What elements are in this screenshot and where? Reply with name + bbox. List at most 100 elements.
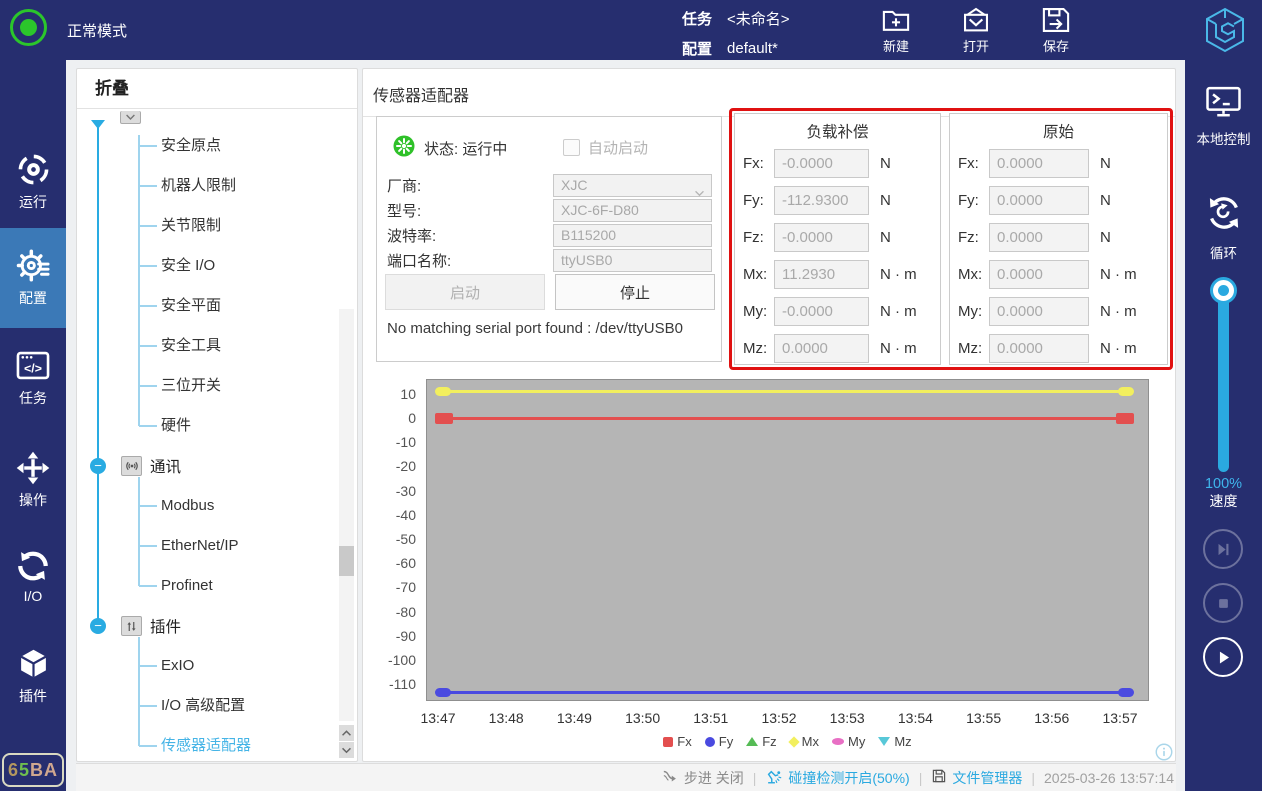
plugin-icon <box>17 647 50 681</box>
loop-button[interactable]: 循环 <box>1185 194 1262 262</box>
tree-item[interactable]: EtherNet/IP <box>161 534 239 558</box>
stop-button[interactable]: 停止 <box>555 274 715 310</box>
step-forward-button[interactable] <box>1203 529 1243 569</box>
y-tick-label: -10 <box>372 434 416 450</box>
legend-marker <box>878 737 890 746</box>
legend-Mz[interactable]: Mz <box>878 734 911 749</box>
field-vendor[interactable]: XJC <box>553 174 712 197</box>
field-baudrate[interactable]: B115200 <box>553 224 712 247</box>
field-port[interactable]: ttyUSB0 <box>553 249 712 272</box>
axis-unit: N · m <box>880 340 917 357</box>
tree-item[interactable]: Profinet <box>161 574 213 598</box>
y-tick-label: 10 <box>372 386 416 402</box>
collision-detection-toggle[interactable]: 碰撞检测开启(50%) <box>765 767 909 788</box>
start-button[interactable]: 启动 <box>385 274 545 310</box>
chart: 100-10-20-30-40-50-60-70-80-90-100-110 1… <box>376 379 1152 755</box>
tree-item[interactable]: 安全 I/O <box>161 254 215 278</box>
speed-readout: 100% 速度 <box>1185 476 1262 510</box>
x-tick-label: 13:56 <box>1034 710 1069 726</box>
sidebar-item-plugin[interactable]: 插件 <box>0 640 66 712</box>
axis-value-input[interactable]: 0.0000 <box>989 186 1089 215</box>
task-icon: </> <box>16 349 50 383</box>
tree-item[interactable]: 传感器适配器 <box>161 734 251 758</box>
stop-playback-button[interactable] <box>1203 583 1243 623</box>
sidebar-item-label: 插件 <box>19 686 47 706</box>
open-icon <box>961 6 991 34</box>
info-icon[interactable] <box>1155 743 1173 761</box>
save-label: 保存 <box>1043 36 1069 55</box>
tree-scrollbar-track[interactable] <box>339 309 354 721</box>
save-button[interactable]: 保存 <box>1026 4 1086 56</box>
new-button[interactable]: 新建 <box>866 4 926 56</box>
legend-Fy[interactable]: Fy <box>705 734 733 749</box>
task-value: <未命名> <box>727 8 790 29</box>
collapse-all-button[interactable]: 折叠 <box>77 69 357 109</box>
axis-value-input[interactable]: 0.0000 <box>989 334 1089 363</box>
tree-collapse-toggle[interactable]: − <box>90 458 106 474</box>
sidebar-item-run[interactable]: 运行 <box>0 146 66 218</box>
tree-item[interactable]: Modbus <box>161 494 214 518</box>
axis-value-input[interactable]: 0.0000 <box>989 223 1089 252</box>
axis-value-input[interactable]: 0.0000 <box>989 149 1089 178</box>
step-mode-toggle[interactable]: 步进 关闭 <box>662 768 744 788</box>
scroll-up-button[interactable] <box>339 725 354 741</box>
autostart-checkbox[interactable] <box>563 139 580 156</box>
loop-label: 循环 <box>1210 242 1237 262</box>
legend-Fz[interactable]: Fz <box>746 734 776 749</box>
tree-item[interactable]: 三位开关 <box>161 374 221 398</box>
local-control-button[interactable]: 本地控制 <box>1185 86 1262 148</box>
tree-item[interactable]: 机器人限制 <box>161 174 236 198</box>
y-tick-label: -20 <box>372 458 416 474</box>
sidebar-item-task[interactable]: </>任务 <box>0 342 66 414</box>
step-icon <box>662 769 679 787</box>
tree-connector-line <box>139 185 157 187</box>
speed-slider-track[interactable] <box>1218 291 1229 472</box>
file-manager-button[interactable]: 文件管理器 <box>931 768 1022 788</box>
tree-item[interactable]: ExIO <box>161 654 194 678</box>
legend-Fx[interactable]: Fx <box>663 734 691 749</box>
open-button[interactable]: 打开 <box>946 4 1006 56</box>
tree-item[interactable]: I/O 高级配置 <box>161 694 245 718</box>
field-model[interactable]: XJC-6F-D80 <box>553 199 712 222</box>
y-tick-label: -100 <box>372 652 416 668</box>
local-control-label: 本地控制 <box>1197 128 1251 148</box>
sidebar-item-operate[interactable]: 操作 <box>0 444 66 516</box>
tree-item[interactable]: 安全平面 <box>161 294 221 318</box>
play-button[interactable] <box>1203 637 1243 677</box>
tree-collapse-toggle[interactable]: − <box>90 618 106 634</box>
tree-group-通讯[interactable]: −通讯 <box>77 453 357 479</box>
loop-icon <box>1205 194 1243 237</box>
tree-item[interactable]: 安全原点 <box>161 134 221 158</box>
axis-value-input[interactable]: -0.0000 <box>774 223 869 252</box>
axis-value-input[interactable]: -0.0000 <box>774 297 869 326</box>
axis-value-input[interactable]: -0.0000 <box>774 149 869 178</box>
sidebar-item-io[interactable]: I/O <box>0 540 66 612</box>
sidebar-item-config[interactable]: 配置 <box>0 228 66 328</box>
tree-group-插件[interactable]: −插件 <box>77 613 357 639</box>
axis-unit: N <box>1100 192 1111 209</box>
axis-value-input[interactable]: 0.0000 <box>774 334 869 363</box>
speed-slider-thumb[interactable] <box>1210 277 1237 304</box>
axis-value-input[interactable]: -112.9300 <box>774 186 869 215</box>
tree-item[interactable]: 关节限制 <box>161 214 221 238</box>
tree-item[interactable]: 安全工具 <box>161 334 221 358</box>
load-compensation-panel: 负载补偿 Fx:-0.0000NFy:-112.9300NFz:-0.0000N… <box>734 113 941 365</box>
autostart-checkbox-row[interactable]: 自动启动 <box>563 137 648 158</box>
field-label-baudrate: 波特率: <box>387 225 553 246</box>
tree-connector-line <box>139 225 157 227</box>
axis-value-input[interactable]: 0.0000 <box>989 297 1089 326</box>
y-tick-label: -30 <box>372 483 416 499</box>
legend-Mx[interactable]: Mx <box>790 734 819 749</box>
right-panel: 本地控制 循环 100% 速度 <box>1185 60 1262 791</box>
x-tick-label: 13:52 <box>761 710 796 726</box>
axis-value-input[interactable]: 11.2930 <box>774 260 869 289</box>
scroll-down-button[interactable] <box>339 742 354 758</box>
tree-expand-arrow[interactable] <box>91 120 105 129</box>
tree-scrollbar-thumb[interactable] <box>339 546 354 576</box>
tree-item[interactable]: 硬件 <box>161 414 191 438</box>
collision-label: 碰撞检测开启(50%) <box>788 768 909 788</box>
axis-value-input[interactable]: 0.0000 <box>989 260 1089 289</box>
legend-marker <box>832 738 844 745</box>
legend-My[interactable]: My <box>832 734 865 749</box>
axis-label: Fx: <box>743 155 774 172</box>
